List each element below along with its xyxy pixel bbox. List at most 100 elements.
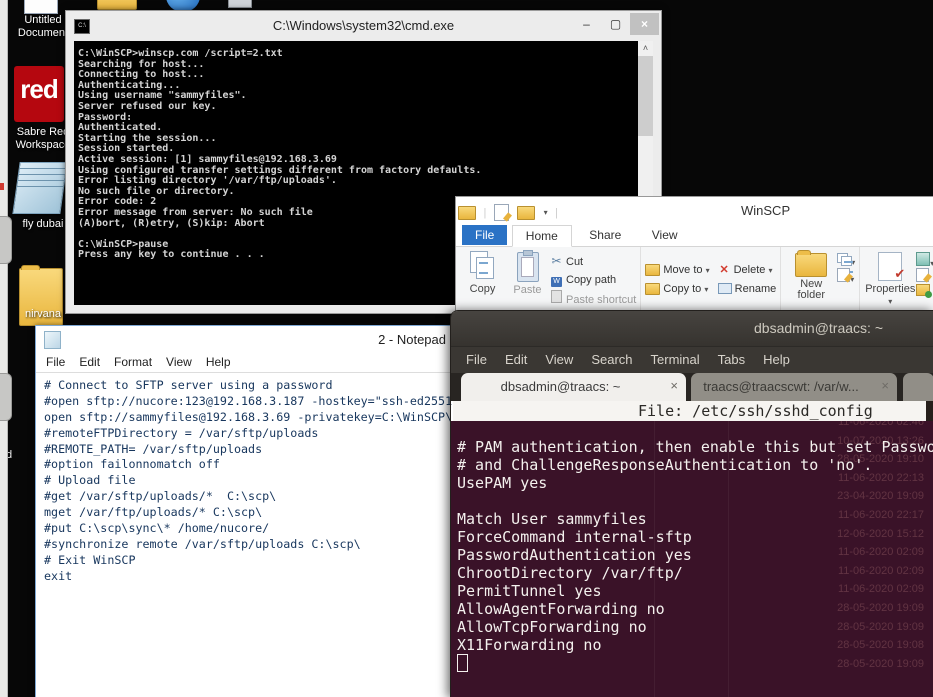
menu-item[interactable]: Terminal [642, 347, 709, 373]
minimize-button[interactable]: – [572, 13, 601, 35]
edit-icon [916, 268, 929, 282]
menu-item[interactable]: Edit [72, 352, 107, 372]
new-item-icon [837, 268, 850, 282]
explorer-window-title: WinSCP [741, 203, 790, 218]
sabre-red-icon[interactable]: red [14, 66, 64, 122]
terminal-scroll-gutter[interactable] [926, 401, 933, 421]
terminal-menubar: FileEditViewSearchTerminalTabsHelp [451, 346, 933, 373]
paste-shortcut-icon [551, 290, 562, 303]
menu-item[interactable]: Help [199, 352, 238, 372]
nano-filename: File: /etc/ssh/sshd_config [638, 401, 873, 421]
nano-header: GNU nano 2.5.3 File: /etc/ssh/sshd_confi… [453, 401, 926, 421]
copy-path-icon: W [551, 277, 562, 287]
cmd-scrollbar[interactable]: ˄ [638, 41, 653, 196]
history-button[interactable] [916, 284, 933, 300]
edit-button[interactable] [916, 268, 933, 284]
scroll-up-arrow[interactable]: ˄ [638, 41, 653, 55]
menu-item[interactable]: File [457, 347, 496, 373]
menu-item[interactable]: View [536, 347, 582, 373]
partial-icon[interactable] [228, 0, 252, 8]
close-tab-icon[interactable]: × [670, 378, 678, 393]
edge-tab-handle[interactable] [0, 373, 12, 421]
terminal-line: ForceCommand internal-sftp [457, 528, 933, 546]
copy-button[interactable]: Copy [460, 250, 505, 307]
terminal-window-title: dbsadmin@traacs: ~ [754, 320, 883, 336]
tab-home[interactable]: Home [512, 225, 572, 247]
cmd-line: C:\WinSCP>winscp.com /script=2.txt [78, 49, 481, 60]
delete-button[interactable]: ✕Delete ▾ [718, 261, 777, 280]
partial-document-icon[interactable] [24, 0, 58, 14]
quick-access-toolbar: | ▾ | WinSCP [456, 197, 933, 224]
notepad-window-title: 2 - Notepad [36, 332, 446, 347]
maximize-button[interactable]: ▢ [601, 13, 630, 35]
winscp-explorer-window: | ▾ | WinSCP File Home Share View Copy P… [455, 196, 933, 312]
notepad-line: # Connect to SFTP server using a passwor… [44, 378, 452, 394]
terminal-content[interactable]: 11-06-2020 02:4610-07-2020 13:2628-05-20… [451, 421, 933, 697]
terminal-line [457, 492, 933, 510]
folder-icon[interactable] [517, 206, 535, 220]
customize-qat-chevron-icon[interactable]: ▾ [544, 208, 548, 217]
terminal-line: PermitTunnel yes [457, 582, 933, 600]
notepad-line: #synchronize remote /var/sftp/uploads C:… [44, 537, 452, 553]
menu-item[interactable]: Edit [496, 347, 536, 373]
terminal-tab-fragment[interactable] [903, 373, 933, 401]
notepad-line: open sftp://sammyfiles@192.168.3.69 -pri… [44, 410, 452, 426]
menu-item[interactable]: Format [107, 352, 159, 372]
paste-shortcut-button[interactable]: Paste shortcut [550, 290, 636, 309]
menu-item[interactable]: Tabs [709, 347, 754, 373]
notepad-line: #REMOTE_PATH= /var/sftp/uploads [44, 442, 452, 458]
terminal-tab-inactive[interactable]: traacs@traacscwt: /var/w... × [691, 373, 897, 401]
new-folder-button[interactable]: New folder [785, 250, 837, 307]
terminal-window: dbsadmin@traacs: ~ FileEditViewSearchTer… [450, 310, 933, 697]
partial-folder-icon[interactable] [97, 0, 137, 10]
terminal-tabbar: dbsadmin@traacs: ~ × traacs@traacscwt: /… [451, 373, 933, 401]
terminal-line: AllowTcpForwarding no [457, 618, 933, 636]
open-icon [916, 252, 930, 266]
notepad-line: #get /var/sftp/uploads/* C:\scp\ [44, 489, 452, 505]
edge-marker [0, 183, 4, 190]
copy-to-button[interactable]: Copy to ▾ [645, 280, 709, 299]
new-item-icon[interactable] [494, 204, 509, 221]
new-folder-icon [795, 253, 827, 277]
cmd-output-lines: C:\WinSCP>winscp.com /script=2.txtSearch… [78, 49, 481, 261]
menu-item[interactable]: File [39, 352, 72, 372]
cut-button[interactable]: ✂Cut [550, 252, 636, 271]
separator: | [483, 207, 486, 219]
notepad-lines: # Connect to SFTP server using a passwor… [44, 378, 452, 585]
cmd-line: Press any key to continue . . . [78, 250, 481, 261]
tab-view[interactable]: View [639, 225, 691, 245]
terminal-line: UsePAM yes [457, 474, 933, 492]
menu-item[interactable]: Search [582, 347, 641, 373]
terminal-titlebar[interactable]: dbsadmin@traacs: ~ [451, 311, 933, 346]
fly-dubai-icon[interactable] [12, 162, 67, 214]
terminal-line: X11Forwarding no [457, 636, 933, 654]
tab-share[interactable]: Share [576, 225, 634, 245]
cmd-line: Active session: [1] sammyfiles@192.168.3… [78, 155, 481, 166]
history-icon [916, 284, 930, 296]
close-tab-icon[interactable]: × [881, 378, 889, 393]
ghost-date: 28-05-2020 19:09 [834, 655, 924, 674]
paste-button[interactable]: Paste [505, 250, 550, 307]
menu-item[interactable]: Help [754, 347, 799, 373]
scrollbar-thumb[interactable] [638, 56, 653, 136]
edge-tab-handle[interactable] [0, 216, 12, 264]
delete-icon: ✕ [718, 261, 731, 280]
paste-icon [517, 252, 539, 282]
cmd-titlebar[interactable]: C:\ C:\Windows\system32\cmd.exe –▢× [66, 11, 661, 40]
close-button[interactable]: × [630, 13, 659, 35]
properties-button[interactable]: Properties ▾ [864, 250, 916, 307]
clipboard-group: Copy Paste ✂Cut WCopy path Paste shortcu… [456, 247, 641, 310]
notepad-line: exit [44, 569, 452, 585]
tab-file[interactable]: File [462, 225, 507, 245]
notepad-line: #put C:\scp\sync\* /home/nucore/ [44, 521, 452, 537]
open-group: Properties ▾ ▾ [860, 247, 933, 310]
folder-icon[interactable] [458, 206, 476, 220]
rename-button[interactable]: Rename [718, 280, 777, 299]
open-button[interactable]: ▾ [916, 252, 933, 268]
easy-access-button[interactable]: ▾ [837, 252, 855, 268]
move-to-button[interactable]: Move to ▾ [645, 261, 709, 280]
menu-item[interactable]: View [159, 352, 199, 372]
terminal-tab-active[interactable]: dbsadmin@traacs: ~ × [461, 373, 686, 401]
copy-path-button[interactable]: WCopy path [550, 271, 636, 290]
terminal-line: # and ChallengeResponseAuthentication to… [457, 456, 933, 474]
